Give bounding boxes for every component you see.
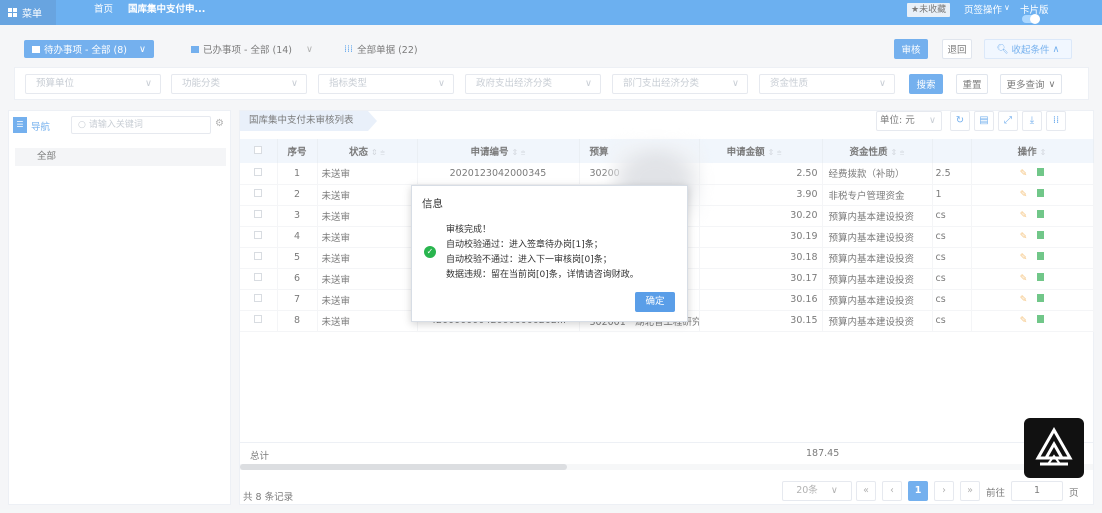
dialog-line: 自动校验不通过：进入下一审核岗[0]条；: [446, 255, 612, 265]
dialog-title: 信息: [422, 198, 443, 210]
confirm-button[interactable]: 确定: [635, 292, 675, 312]
dialog-line: 数据违规：留在当前岗[0]条，详情请咨询财政。: [446, 270, 639, 280]
logo-icon: [1024, 418, 1084, 478]
dialog-line: 审核完成！: [446, 225, 492, 235]
info-dialog: 信息 ✓ 审核完成！ 自动校验通过：进入签章待办岗[1]条； 自动校验不通过：进…: [411, 185, 688, 322]
check-circle-icon: ✓: [424, 246, 436, 258]
dialog-line: 自动校验通过：进入签章待办岗[1]条；: [446, 240, 603, 250]
dialog-message: 审核完成！ 自动校验通过：进入签章待办岗[1]条； 自动校验不通过：进入下一审核…: [446, 223, 639, 283]
